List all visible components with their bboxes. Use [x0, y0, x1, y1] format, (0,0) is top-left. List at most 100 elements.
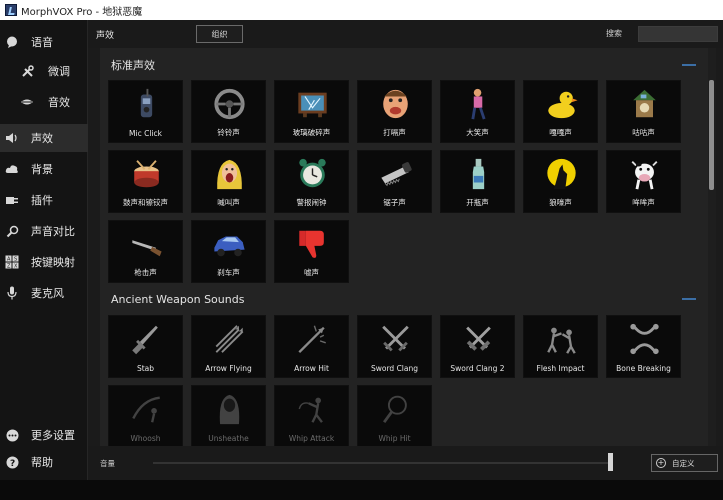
effect-label: 枪击声 — [134, 268, 157, 277]
effect-tile[interactable]: 嘎嘎声 — [523, 80, 598, 143]
effect-label: 警报闹钟 — [296, 198, 327, 207]
volume-slider-track[interactable] — [153, 462, 608, 464]
search-input[interactable] — [638, 26, 718, 42]
sidebar-item-background[interactable]: 背景 — [0, 155, 88, 183]
help-icon: ? — [5, 455, 19, 469]
effect-tile[interactable]: 狼嚎声 — [523, 150, 598, 213]
effect-label: 铃铃声 — [217, 128, 240, 137]
keyboard-icon: ASZX — [5, 255, 19, 269]
volume-label: 音量 — [100, 459, 115, 468]
effect-tile[interactable]: 开瓶声 — [440, 150, 515, 213]
section-title: 标准声效 — [111, 59, 155, 72]
section-collapse-handle[interactable] — [682, 64, 696, 66]
svg-text:?: ? — [10, 459, 15, 469]
effect-tile[interactable]: Whoosh — [108, 385, 183, 446]
effect-tile[interactable]: 大笑声 — [440, 80, 515, 143]
effect-tile[interactable]: 警报闹钟 — [274, 150, 349, 213]
effect-label: Stab — [136, 364, 155, 373]
effect-label: 喊叫声 — [217, 198, 240, 207]
speech-bubble-icon — [5, 35, 19, 49]
effect-tile[interactable]: 枪击声 — [108, 220, 183, 283]
effect-label: Bone Breaking — [616, 364, 671, 373]
effect-tile[interactable]: 玻璃破碎声 — [274, 80, 349, 143]
organize-button[interactable]: 组织 — [196, 25, 243, 43]
effect-tile[interactable]: Whip Attack — [274, 385, 349, 446]
gun-icon — [132, 240, 162, 257]
sidebar: 语音 微调 音效 声效 背景 插件 声音对比 A S Z X 按键映射 麦克风 … — [0, 20, 88, 480]
content-header: 声效 组织 搜索 — [88, 20, 723, 48]
effect-tile[interactable]: 喊叫声 — [191, 150, 266, 213]
effect-label: Whoosh — [130, 434, 161, 443]
cuckoo-clock-icon — [633, 89, 656, 118]
effect-tile[interactable]: 咕咕声 — [606, 80, 681, 143]
fighters-icon — [547, 327, 576, 354]
sidebar-item-tweak[interactable]: 微调 — [0, 57, 88, 85]
effect-label: Unsheathe — [208, 434, 249, 443]
alarm-clock-icon — [299, 158, 326, 188]
section-collapse-handle[interactable] — [682, 298, 696, 300]
effect-tile[interactable]: 嘘声 — [274, 220, 349, 283]
sidebar-item-label: 声音对比 — [31, 225, 75, 238]
sidebar-item-label: 按键映射 — [31, 256, 75, 269]
scrollbar-thumb[interactable] — [709, 80, 714, 190]
effect-tile[interactable]: Stab — [108, 315, 183, 378]
sidebar-item-plugins[interactable]: 插件 — [0, 186, 88, 214]
effect-label: Arrow Flying — [205, 364, 252, 373]
sidebar-item-microphone[interactable]: 麦克风 — [0, 279, 88, 307]
wolf-moon-icon — [547, 158, 576, 190]
effect-tile[interactable]: Arrow Hit — [274, 315, 349, 378]
effect-tile[interactable]: 打嗝声 — [357, 80, 432, 143]
effect-label: Sword Clang 2 — [450, 364, 505, 373]
sidebar-item-audio-effects[interactable]: 音效 — [0, 88, 88, 116]
effect-tile[interactable]: 鼓声和镲铰声 — [108, 150, 183, 213]
search-label: 搜索 — [606, 29, 622, 38]
sidebar-item-label: 麦克风 — [31, 287, 64, 300]
effect-tile[interactable]: Arrow Flying — [191, 315, 266, 378]
sidebar-item-voice-compare[interactable]: 声音对比 — [0, 217, 88, 245]
effect-tile[interactable]: Unsheathe — [191, 385, 266, 446]
face-icon — [383, 89, 408, 119]
sidebar-item-key-mapping[interactable]: ASZX 按键映射 — [0, 248, 88, 276]
tools-icon — [20, 64, 34, 78]
sidebar-item-label: 声效 — [31, 132, 53, 145]
vertical-scrollbar[interactable] — [708, 48, 716, 446]
sidebar-item-sound-effects[interactable]: 声效 — [0, 124, 88, 152]
svg-text:X: X — [14, 264, 18, 270]
screaming-woman-icon — [217, 159, 242, 190]
effect-tile[interactable]: Bone Breaking — [606, 315, 681, 378]
thumbs-down-icon — [299, 230, 324, 258]
crossed-swords-2-icon — [466, 326, 491, 351]
effect-tile[interactable]: Sword Clang — [357, 315, 432, 378]
customize-button[interactable]: + 自定义 — [651, 454, 718, 472]
lips-icon — [20, 95, 34, 109]
sidebar-item-help[interactable]: ? 帮助 — [0, 448, 88, 476]
effect-tile[interactable]: Whip Hit — [357, 385, 432, 446]
microphone-icon — [5, 286, 19, 300]
sidebar-item-more-settings[interactable]: 更多设置 — [0, 421, 88, 449]
organize-button-label: 组织 — [211, 29, 228, 39]
sidebar-item-voice[interactable]: 语音 — [0, 28, 88, 56]
effect-tile[interactable]: Flesh Impact — [523, 315, 598, 378]
effect-tile[interactable]: 哞哞声 — [606, 150, 681, 213]
app-logo-icon — [5, 4, 17, 16]
effect-tile[interactable]: 锯子声 — [357, 150, 432, 213]
more-icon — [5, 428, 19, 442]
sidebar-item-label: 更多设置 — [31, 429, 75, 442]
car-icon — [214, 236, 245, 257]
laughing-man-icon — [471, 88, 486, 120]
effect-tile[interactable]: Mic Click — [108, 80, 183, 143]
effects-panel: 标准声效 Mic Click 铃铃声 玻璃破碎声 打嗝声 大笑声 嘎嘎声 咕咕声… — [100, 48, 708, 446]
effect-label: 玻璃破碎声 — [292, 128, 331, 137]
volume-slider-handle[interactable] — [608, 453, 613, 471]
effect-tile[interactable]: Sword Clang 2 — [440, 315, 515, 378]
sidebar-item-label: 背景 — [31, 163, 53, 176]
sidebar-item-label: 音效 — [48, 96, 70, 109]
speaker-icon — [5, 131, 19, 145]
effect-tile[interactable]: 铃铃声 — [191, 80, 266, 143]
effect-label: 哞哞声 — [632, 198, 655, 207]
dagger-icon — [132, 325, 158, 355]
bone-icon — [630, 323, 659, 355]
sidebar-item-label: 微调 — [48, 65, 70, 78]
plugin-icon — [5, 193, 19, 207]
effect-tile[interactable]: 刹车声 — [191, 220, 266, 283]
